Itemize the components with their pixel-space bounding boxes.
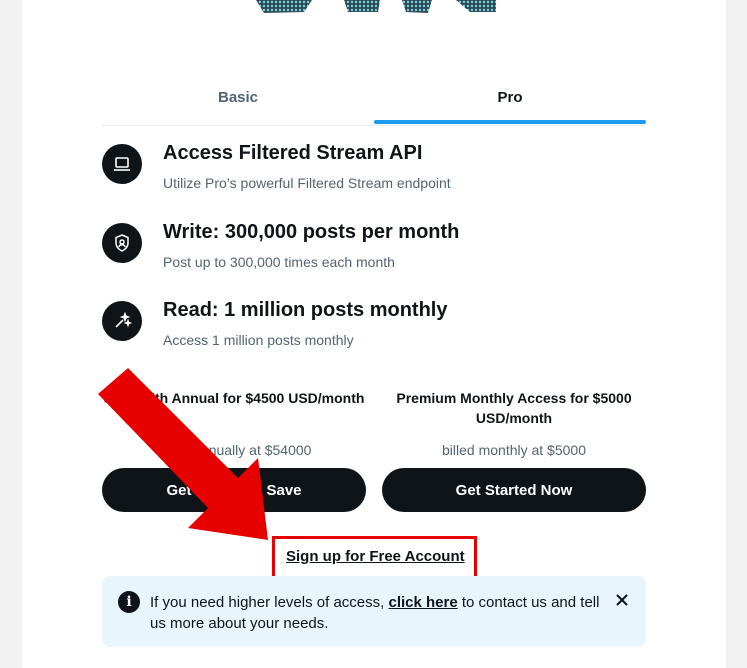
tab-pro[interactable]: Pro bbox=[374, 80, 646, 125]
monthly-plan-title: Premium Monthly Access for $5000 USD/mon… bbox=[396, 390, 632, 426]
feature-description: Access 1 million posts monthly bbox=[163, 332, 354, 348]
feature-write-posts: Write: 300,000 posts per month Post up t… bbox=[102, 221, 646, 283]
sparkle-wand-icon bbox=[102, 301, 142, 341]
get-started-save-button[interactable]: Get Started & Save bbox=[102, 468, 366, 512]
close-icon[interactable] bbox=[612, 590, 632, 610]
feature-description: Post up to 300,000 times each month bbox=[163, 254, 395, 270]
contact-click-here-link[interactable]: click here bbox=[388, 594, 457, 611]
shield-user-icon bbox=[102, 223, 142, 263]
feature-read-posts: Read: 1 million posts monthly Access 1 m… bbox=[102, 299, 646, 361]
info-icon: i bbox=[118, 591, 140, 613]
feature-title: Access Filtered Stream API bbox=[163, 142, 423, 164]
hero-illustration bbox=[256, 0, 496, 13]
feature-filtered-stream: Access Filtered Stream API Utilize Pro’s… bbox=[102, 142, 646, 204]
notice-text-before: If you need higher levels of access, bbox=[150, 594, 389, 611]
laptop-icon bbox=[102, 144, 142, 184]
feature-description: Utilize Pro’s powerful Filtered Stream e… bbox=[163, 175, 451, 191]
notice-text: If you need higher levels of access, cli… bbox=[150, 592, 600, 634]
annual-plan-title: Save with Annual for $4500 USD/month bbox=[103, 390, 365, 406]
annual-plan-billing: billed annually at $54000 bbox=[156, 442, 312, 458]
plan-tabs: Basic Pro bbox=[102, 80, 646, 126]
monthly-plan-billing: billed monthly at $5000 bbox=[442, 442, 586, 458]
contact-notice: i If you need higher levels of access, c… bbox=[102, 576, 646, 647]
active-tab-indicator bbox=[374, 120, 646, 124]
tab-basic[interactable]: Basic bbox=[102, 80, 374, 125]
signup-free-account-link[interactable]: Sign up for Free Account bbox=[286, 548, 465, 565]
feature-title: Read: 1 million posts monthly bbox=[163, 299, 448, 321]
get-started-now-button[interactable]: Get Started Now bbox=[382, 468, 646, 512]
feature-title: Write: 300,000 posts per month bbox=[163, 221, 460, 243]
